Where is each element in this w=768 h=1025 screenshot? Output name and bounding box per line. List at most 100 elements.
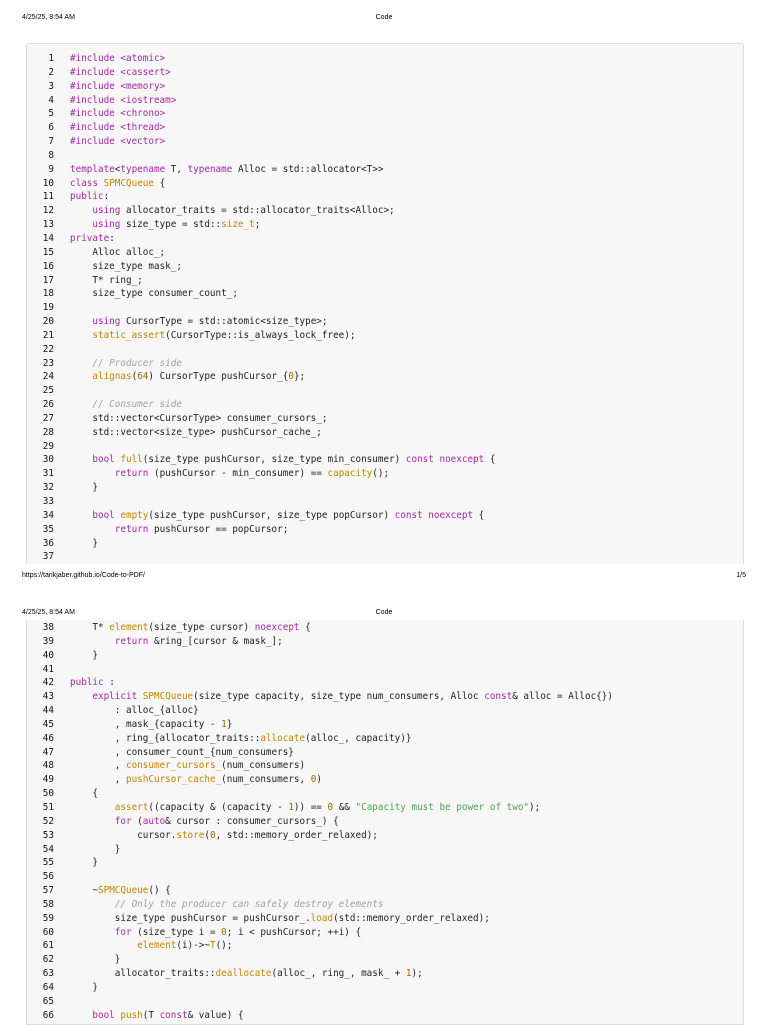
code-text: for (size_type i = 0; i < pushCursor; ++… [114, 926, 362, 938]
code-text: class SPMCQueue { [70, 177, 166, 189]
code-line: 61 element(i)->~T(); [27, 939, 743, 953]
code-line: 9 template<typename T, typename Alloc = s… [27, 163, 743, 177]
line-number: 7 [48, 136, 54, 148]
line-number: 10 [42, 177, 54, 189]
line-number: 4 [48, 94, 54, 106]
code-line: 13 using size_type = std::size_t; [27, 218, 743, 232]
line-number: 62 [42, 954, 54, 966]
line-number: 58 [42, 898, 54, 910]
code-line: 29 [27, 440, 743, 454]
line-number: 27 [42, 412, 54, 424]
code-line: 1 #include <atomic> [27, 52, 743, 66]
code-text: ~SPMCQueue() { [70, 885, 171, 897]
line-number: 47 [42, 746, 54, 758]
code-line: 53 cursor.store(0, std::memory_order_rel… [27, 829, 743, 843]
line-number: 35 [42, 523, 54, 535]
code-line: 23 // Producer side [27, 357, 743, 371]
code-text: cursor.store(0, std::memory_order_relaxe… [70, 829, 378, 841]
line-number: 48 [42, 760, 54, 772]
code-text: static_assert(CursorType::is_always_lock… [92, 329, 356, 341]
code-line: 2 #include <cassert> [27, 66, 743, 80]
line-number: 11 [42, 191, 54, 203]
code-line: 5 #include <chrono> [27, 107, 743, 121]
code-line: 49 , pushCursor_cache_(num_consumers, 0) [27, 773, 743, 787]
code-text: { [70, 788, 98, 800]
line-number: 17 [42, 274, 54, 286]
print-footer: https://tarikjaber.github.io/Code-to-PDF… [22, 572, 746, 582]
code-text: assert((capacity & (capacity - 1)) == 0 … [114, 801, 541, 813]
line-number: 56 [42, 871, 54, 883]
line-number: 19 [42, 302, 54, 314]
code-text: } [70, 981, 98, 993]
line-number: 1 [48, 53, 54, 64]
code-line: 26 // Consumer side [27, 398, 743, 412]
code-line: 38 T* element(size_type cursor) noexcept… [27, 621, 743, 635]
code-text: // Consumer side [92, 399, 182, 411]
code-line: 4 #include <iostream> [27, 94, 743, 108]
code-text: } [70, 843, 121, 855]
code-lines: 38 T* element(size_type cursor) noexcept… [27, 620, 743, 1022]
line-number: 25 [42, 385, 54, 397]
code-line: 6 #include <thread> [27, 121, 743, 135]
code-text: } [70, 954, 121, 966]
code-line: 60 for (size_type i = 0; i < pushCursor;… [27, 926, 743, 940]
code-text: , mask_{capacity - 1} [70, 718, 233, 730]
code-text: , pushCursor_cache_(num_consumers, 0) [70, 774, 322, 786]
code-line: 58 // Only the producer can safely destr… [27, 898, 743, 912]
code-lines: 1 #include <atomic> 2 #include <cassert> 3 #i… [27, 44, 743, 564]
code-text: } [70, 857, 98, 869]
line-number: 52 [42, 815, 54, 827]
code-text: explicit SPMCQueue(size_type capacity, s… [92, 691, 613, 703]
line-number: 21 [42, 329, 54, 341]
code-text: alignas(64) CursorType pushCursor_{0}; [92, 371, 306, 383]
code-line: 16 size_type mask_; [27, 260, 743, 274]
line-number: 29 [42, 440, 54, 452]
code-text: T* ring_; [70, 274, 143, 286]
line-number: 9 [48, 163, 54, 175]
code-text: #include <chrono> [70, 108, 166, 120]
line-number: 65 [42, 995, 54, 1007]
line-number: 3 [48, 80, 54, 92]
line-number: 51 [42, 801, 54, 813]
line-number: 34 [42, 509, 54, 521]
code-line: 19 [27, 301, 743, 315]
code-text: #include <cassert> [70, 66, 171, 78]
code-line: 21 static_assert(CursorType::is_always_l… [27, 329, 743, 343]
code-text: using size_type = std::size_t; [92, 219, 261, 231]
code-text: , consumer_cursors_(num_consumers) [70, 760, 306, 772]
code-text: return pushCursor == popCursor; [114, 523, 289, 535]
code-line: 42 public : [27, 676, 743, 690]
code-block-page-2: 38 T* element(size_type cursor) noexcept… [26, 620, 744, 1025]
code-text: bool empty(size_type pushCursor, size_ty… [92, 509, 485, 521]
line-number: 45 [42, 718, 54, 730]
code-text: Alloc alloc_; [70, 246, 166, 258]
code-line: 59 size_type pushCursor = pushCursor_.lo… [27, 912, 743, 926]
code-line: 22 [27, 343, 743, 357]
code-text: for (auto& cursor : consumer_cursors_) { [114, 815, 339, 827]
code-line: 33 [27, 495, 743, 509]
line-number: 39 [42, 635, 54, 647]
code-line: 14 private: [27, 232, 743, 246]
code-line: 47 , consumer_count_{num_consumers} [27, 746, 743, 760]
code-text: private: [70, 232, 115, 244]
code-text: return &ring_[cursor & mask_]; [114, 635, 283, 647]
code-line: 50 { [27, 787, 743, 801]
line-number: 33 [42, 496, 54, 507]
code-line: 12 using allocator_traits = std::allocat… [27, 204, 743, 218]
line-number: 41 [42, 663, 54, 675]
code-text: } [70, 482, 98, 494]
code-line: 20 using CursorType = std::atomic<size_t… [27, 315, 743, 329]
code-text: #include <iostream> [70, 94, 177, 106]
code-line: 62 } [27, 953, 743, 967]
code-line: 66 bool push(T const& value) { [27, 1009, 743, 1023]
code-line: 30 bool full(size_type pushCursor, size_… [27, 453, 743, 467]
line-number: 42 [42, 677, 54, 689]
line-number: 61 [42, 940, 54, 952]
